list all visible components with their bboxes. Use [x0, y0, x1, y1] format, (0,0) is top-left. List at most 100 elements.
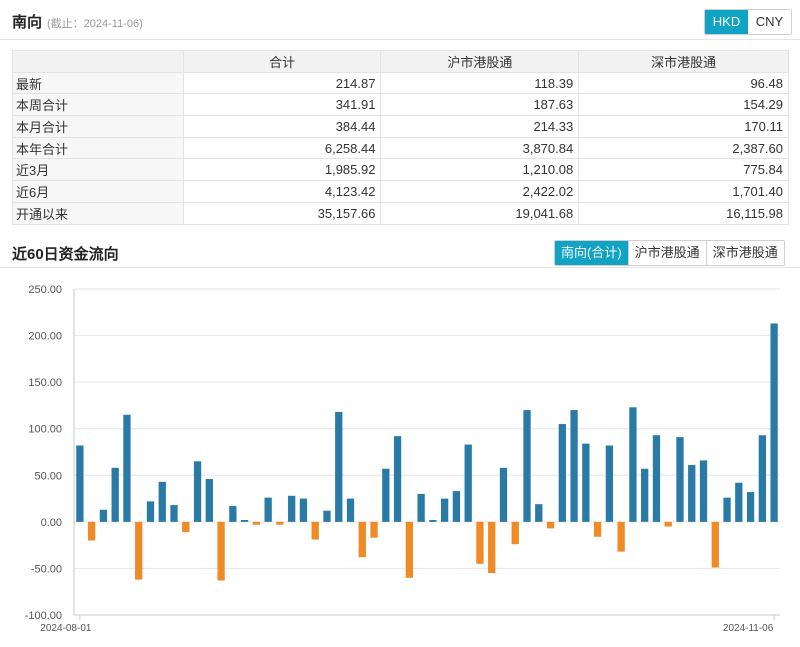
- chart-bar: [593, 521, 602, 537]
- chart-bar: [664, 521, 672, 527]
- header-bar: 南向 (截止：2024-11-06) HKD CNY: [0, 0, 800, 40]
- row-label: 本周合计: [12, 93, 184, 117]
- chart-bar: [135, 521, 143, 580]
- column-header: [12, 50, 184, 73]
- chart-bar: [335, 411, 343, 522]
- currency-cny-button[interactable]: CNY: [748, 10, 791, 34]
- chart-bar: [582, 443, 590, 522]
- chart-bar: [182, 521, 190, 533]
- chart-bar: [205, 479, 213, 522]
- chart-bar: [441, 498, 449, 522]
- chart-bar: [488, 521, 496, 574]
- table-cell: 96.48: [578, 71, 789, 95]
- table-cell: 2,422.02: [380, 180, 580, 203]
- chart-bar: [311, 521, 319, 540]
- y-tick-label: 100.00: [28, 424, 62, 436]
- y-tick-label: 50.00: [34, 470, 62, 482]
- flow-tabs: 南向(合计) 沪市港股通 深市港股通: [554, 240, 785, 266]
- row-label: 本月合计: [12, 115, 184, 138]
- row-label: 最新: [12, 71, 184, 95]
- row-label: 近6月: [12, 180, 184, 203]
- tab-shanghai-connect[interactable]: 沪市港股通: [627, 241, 706, 265]
- y-tick-label: 0.00: [41, 517, 62, 529]
- chart-bar: [264, 497, 272, 522]
- table-row: 最新 214.87 118.39 96.48: [12, 71, 789, 95]
- table-cell: 3,870.84: [380, 136, 580, 160]
- x-tick-label: 2024-11-06: [723, 623, 774, 634]
- chart-bar: [641, 468, 649, 522]
- chart-bar: [382, 468, 390, 522]
- page-title: 南向: [12, 14, 43, 31]
- column-header: 合计: [182, 50, 382, 73]
- chart-bar: [617, 521, 625, 552]
- table-row: 近3月 1,985.92 1,210.08 775.84: [12, 158, 789, 182]
- chart-bar: [358, 521, 366, 558]
- chart-bar: [735, 482, 743, 522]
- table-cell: 16,115.98: [578, 201, 789, 225]
- chart-bar: [699, 460, 708, 522]
- table-row: 本月合计 384.44 214.33 170.11: [12, 115, 789, 138]
- chart-bar: [299, 498, 308, 522]
- table-row: 近6月 4,123.42 2,422.02 1,701.40: [12, 180, 789, 203]
- chart-bar: [170, 505, 178, 522]
- table-cell: 170.11: [578, 115, 789, 138]
- chart-bar: [240, 519, 249, 522]
- y-tick-label: -100.00: [25, 610, 62, 622]
- chart-bar: [88, 521, 96, 541]
- chart-bar: [711, 521, 719, 568]
- chart-bar: [511, 521, 519, 545]
- table-cell: 775.84: [578, 158, 789, 182]
- row-label: 开通以来: [12, 201, 184, 225]
- summary-table: 合计 沪市港股通 深市港股通 最新 214.87 118.39 96.48 本周…: [12, 50, 789, 225]
- chart-bar: [746, 492, 755, 522]
- y-tick-label: -50.00: [31, 563, 62, 575]
- chart-bar: [76, 445, 84, 522]
- chart-bar: [288, 495, 296, 522]
- table-cell: 214.87: [182, 71, 382, 95]
- chart-bar: [676, 437, 684, 522]
- row-label: 近3月: [12, 158, 184, 182]
- table-cell: 1,210.08: [380, 158, 580, 182]
- flow-bar-chart: 250.00 200.00 150.00 100.00 50.00 0.00 -50.00 -…: [25, 284, 780, 634]
- chart-bar: [405, 521, 413, 578]
- chart-bar: [464, 444, 472, 522]
- chart-bar: [193, 461, 202, 522]
- chart-bar: [417, 493, 425, 522]
- section-divider: [0, 267, 800, 268]
- chart-bar: [346, 498, 355, 522]
- chart-bar: [217, 521, 225, 581]
- tab-southbound-total[interactable]: 南向(合计): [555, 241, 628, 265]
- table-cell: 187.63: [380, 93, 580, 117]
- table-cell: 384.44: [182, 115, 382, 138]
- currency-toggle: HKD CNY: [704, 9, 792, 35]
- table-cell: 35,157.66: [182, 201, 382, 225]
- row-label: 本年合计: [12, 136, 184, 160]
- chart-bar: [452, 491, 461, 522]
- chart-bar: [535, 504, 543, 522]
- tab-shenzhen-connect[interactable]: 深市港股通: [705, 241, 784, 265]
- x-tick-label: 2024-08-01: [40, 623, 92, 634]
- table-cell: 19,041.68: [380, 201, 580, 225]
- chart-bar: [393, 436, 402, 522]
- chart-bar: [688, 465, 696, 522]
- table-header-row: 合计 沪市港股通 深市港股通: [12, 50, 789, 73]
- chart-bar: [605, 445, 614, 522]
- y-tick-label: 250.00: [28, 284, 62, 296]
- chart-bar: [570, 410, 578, 522]
- chart-bar: [146, 501, 155, 522]
- as-of-date: (截止：2024-11-06): [47, 18, 143, 30]
- chart-bar: [499, 467, 508, 522]
- chart-bar: [546, 521, 555, 529]
- table-row: 本周合计 341.91 187.63 154.29: [12, 93, 789, 117]
- chart-bar: [123, 414, 131, 522]
- currency-hkd-button[interactable]: HKD: [705, 10, 748, 34]
- chart-bar: [523, 410, 531, 522]
- y-tick-label: 150.00: [28, 377, 62, 389]
- chart-bar: [429, 519, 437, 522]
- table-cell: 6,258.44: [182, 136, 382, 160]
- table-cell: 214.33: [380, 115, 580, 138]
- chart-bar: [629, 407, 637, 522]
- table-cell: 154.29: [578, 93, 789, 117]
- section-title: 近60日资金流向: [12, 246, 119, 263]
- chart-bar: [652, 435, 661, 522]
